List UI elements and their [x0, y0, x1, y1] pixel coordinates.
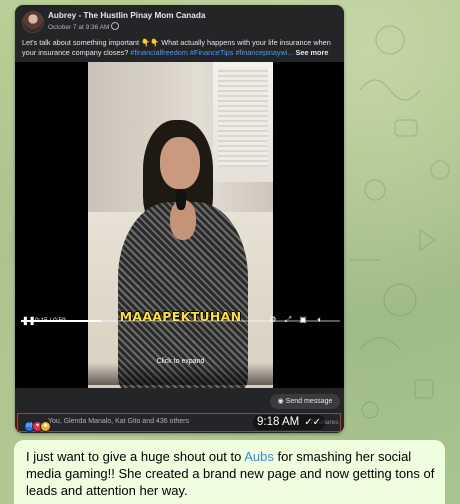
video-player[interactable]: MAAAPEKTUHAN Click to expand: [15, 62, 344, 388]
settings-gear-icon[interactable]: ⚙: [268, 315, 278, 325]
message-text-before: I just want to give a huge shout out to: [26, 449, 245, 464]
video-time: 0:15 / 0:59: [35, 317, 66, 324]
pause-icon[interactable]: ❚❚: [22, 316, 35, 325]
see-more-link[interactable]: See more: [296, 48, 329, 57]
picture-in-picture-icon[interactable]: ▣: [298, 315, 308, 325]
video-controls-bar: [15, 363, 344, 385]
video-person-face: [160, 137, 200, 189]
message-text: I just want to give a huge shout out to …: [26, 448, 436, 499]
post-caption: Let's talk about something important 👇👇 …: [22, 38, 340, 58]
post-date[interactable]: October 7 at 9:36 AM: [48, 22, 120, 31]
globe-icon: [111, 22, 120, 30]
facebook-post-card[interactable]: Aubrey - The Hustlin Pinay Mom Canada Oc…: [15, 5, 344, 433]
mention-link[interactable]: Aubs: [244, 449, 274, 464]
message-timestamp-badge: 9:18 AM ✓✓: [253, 415, 325, 430]
volume-icon[interactable]: 🔈︎: [315, 315, 325, 325]
video-frame[interactable]: MAAAPEKTUHAN Click to expand: [88, 62, 273, 388]
reactions-summary[interactable]: You, Glenda Manalo, Kat Gito and 436 oth…: [48, 418, 189, 425]
read-ticks-icon: ✓✓: [304, 417, 321, 428]
post-date-text: October 7 at 9:36 AM: [48, 24, 110, 31]
author-avatar[interactable]: [22, 11, 44, 33]
caption-hashtags[interactable]: #financialfreedom #FinanceTips #financep…: [130, 48, 293, 57]
send-message-button[interactable]: ◉ Send message: [270, 394, 340, 409]
send-message-label: Send message: [285, 398, 333, 405]
message-time: 9:18 AM: [257, 416, 300, 428]
reaction-icons[interactable]: 👍︎ ♥ ☻: [24, 418, 51, 436]
expand-icon[interactable]: ⤢: [283, 315, 293, 325]
message-bubble[interactable]: I just want to give a huge shout out to …: [14, 440, 445, 504]
messenger-icon: ◉: [277, 398, 284, 405]
microphone-icon: [176, 190, 186, 210]
video-window-bg: [213, 62, 273, 182]
post-author[interactable]: Aubrey - The Hustlin Pinay Mom Canada: [48, 11, 205, 20]
